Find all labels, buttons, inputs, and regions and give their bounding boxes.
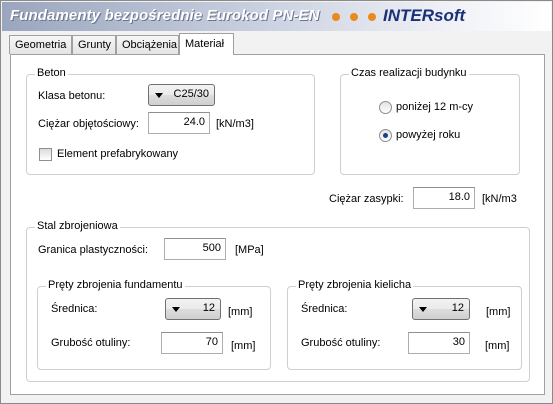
chevron-down-icon (172, 307, 180, 312)
powyzej-roku-radio[interactable] (379, 129, 392, 142)
ciezar-zasypki-input[interactable]: 18.0 (413, 187, 475, 209)
ciezar-zasypki-unit: [kN/m3 (482, 193, 517, 205)
ponizej-12-label: poniżej 12 m-cy (396, 101, 474, 113)
srednica-kielich-select[interactable]: 12 (412, 298, 470, 320)
chevron-down-icon (155, 93, 163, 98)
granica-plastycznosci-unit: [MPa] (235, 244, 264, 256)
prety-kielicha-group: Pręty zbrojenia kielicha Średnica: 12 [m… (287, 279, 522, 370)
klasa-betonu-value: C25/30 (173, 88, 209, 100)
dot-icon (332, 13, 340, 21)
beton-legend: Beton (35, 67, 68, 79)
powyzej-roku-label: powyżej roku (396, 129, 461, 141)
prety-fundamentu-group: Pręty zbrojenia fundamentu Średnica: 12 … (37, 279, 271, 370)
granica-plastycznosci-label: Granica plastyczności: (38, 244, 149, 256)
otulina-fundament-input[interactable]: 70 (161, 332, 223, 354)
srednica-fundament-select[interactable]: 12 (165, 298, 221, 320)
otulina-kielich-unit: [mm] (485, 340, 510, 352)
brand-logo: INTERsoft (383, 6, 466, 25)
otulina-kielich-label: Grubość otuliny: (301, 337, 381, 349)
srednica-fundament-value: 12 (202, 302, 215, 314)
tab-panel-material: Beton Klasa betonu: C25/30 Ciężar objęto… (10, 54, 545, 395)
prefabrykowany-checkbox[interactable] (39, 148, 52, 161)
dot-icon (368, 13, 376, 21)
czas-realizacji-group: Czas realizacji budynku poniżej 12 m-cy … (340, 67, 520, 175)
srednica-fundament-unit: [mm] (228, 306, 253, 318)
srednica-fundament-label: Średnica: (51, 303, 98, 315)
srednica-kielich-value: 12 (451, 302, 464, 314)
prefabrykowany-label: Element prefabrykowany (57, 148, 179, 160)
ciezar-objetosciowy-input[interactable]: 24.0 (148, 112, 210, 134)
beton-group: Beton Klasa betonu: C25/30 Ciężar objęto… (26, 67, 315, 175)
tab-obciazenia[interactable]: Obciążenia (116, 35, 179, 54)
ponizej-12-radio[interactable] (379, 101, 392, 114)
prety-kielicha-legend: Pręty zbrojenia kielicha (296, 279, 414, 291)
stal-zbrojeniowa-legend: Stal zbrojeniowa (35, 220, 120, 232)
prety-fundamentu-legend: Pręty zbrojenia fundamentu (46, 279, 185, 291)
tab-geometria[interactable]: Geometria (9, 35, 72, 54)
otulina-kielich-input[interactable]: 30 (408, 332, 470, 354)
czas-realizacji-legend: Czas realizacji budynku (349, 67, 469, 79)
ciezar-objetosciowy-unit: [kN/m3] (216, 118, 254, 130)
window-title: Fundamenty bezpośrednie Eurokod PN-EN (10, 7, 320, 24)
stal-zbrojeniowa-group: Stal zbrojeniowa Granica plastyczności: … (26, 220, 530, 382)
chevron-down-icon (419, 307, 427, 312)
otulina-fundament-label: Grubość otuliny: (51, 337, 131, 349)
klasa-betonu-label: Klasa betonu: (38, 90, 106, 102)
srednica-kielich-unit: [mm] (486, 306, 511, 318)
decorative-dots (332, 12, 386, 24)
dot-icon (350, 13, 358, 21)
app-window: Fundamenty bezpośrednie Eurokod PN-EN IN… (0, 0, 553, 404)
ciezar-zasypki-label: Ciężar zasypki: (329, 193, 404, 205)
tab-grunty[interactable]: Grunty (72, 35, 116, 54)
klasa-betonu-select[interactable]: C25/30 (148, 84, 215, 106)
title-bar: Fundamenty bezpośrednie Eurokod PN-EN IN… (2, 2, 551, 31)
tab-material[interactable]: Materiał (179, 33, 234, 55)
srednica-kielich-label: Średnica: (301, 303, 348, 315)
ciezar-objetosciowy-label: Ciężar objętościowy: (38, 118, 139, 130)
granica-plastycznosci-input[interactable]: 500 (164, 238, 226, 260)
otulina-fundament-unit: [mm] (231, 340, 256, 352)
